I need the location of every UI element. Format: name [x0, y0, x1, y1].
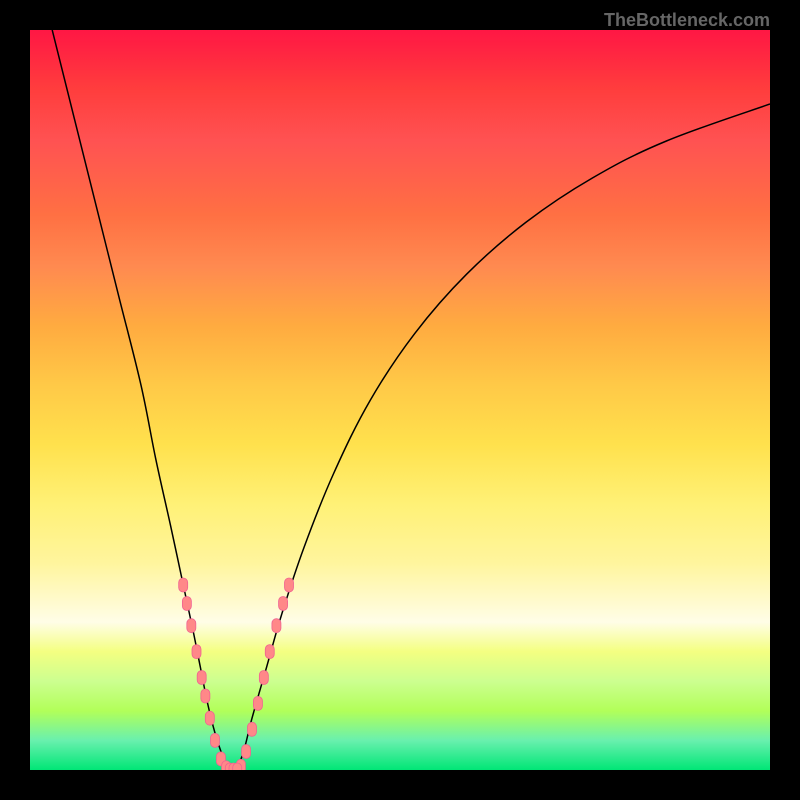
watermark-text: TheBottleneck.com: [604, 10, 770, 31]
data-marker: [187, 619, 196, 633]
data-marker: [233, 763, 242, 770]
data-marker: [265, 645, 274, 659]
data-marker: [272, 619, 281, 633]
data-marker: [248, 722, 257, 736]
data-marker: [182, 597, 191, 611]
left-curve-line: [52, 30, 230, 770]
data-marker: [197, 671, 206, 685]
data-marker: [201, 689, 210, 703]
chart-plot-area: [30, 30, 770, 770]
data-marker: [242, 745, 251, 759]
right-curve-line: [237, 104, 770, 770]
data-marker: [285, 578, 294, 592]
data-marker: [205, 711, 214, 725]
data-marker: [279, 597, 288, 611]
data-marker: [192, 645, 201, 659]
data-marker: [211, 733, 220, 747]
data-marker: [179, 578, 188, 592]
chart-svg: [30, 30, 770, 770]
data-markers: [179, 578, 294, 770]
data-marker: [253, 696, 262, 710]
data-marker: [259, 671, 268, 685]
